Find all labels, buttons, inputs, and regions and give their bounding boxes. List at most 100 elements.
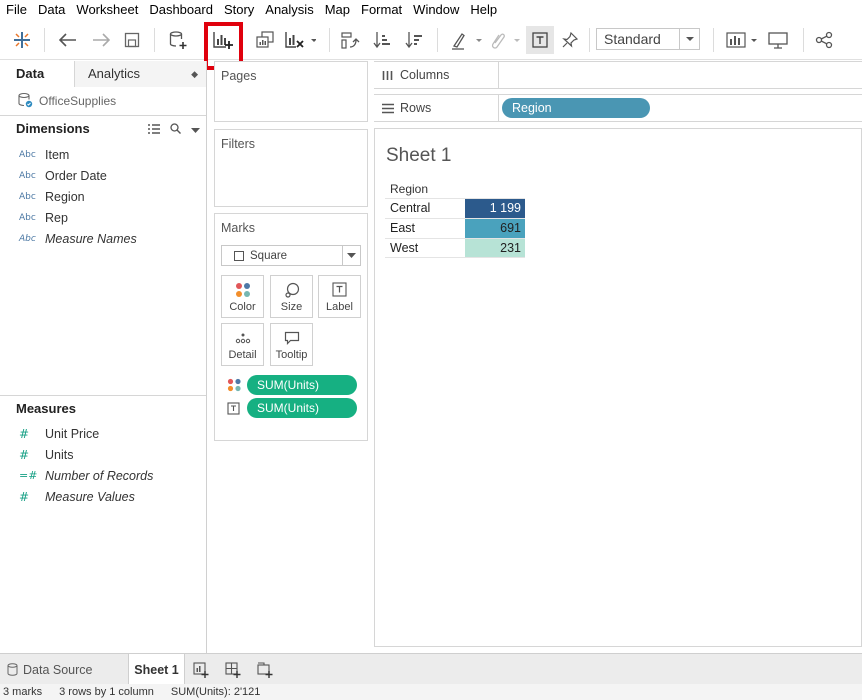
menu-help[interactable]: Help [464, 0, 502, 20]
menu-story[interactable]: Story [218, 0, 259, 20]
sort-descending-icon[interactable] [401, 26, 427, 54]
row-label[interactable]: Central [385, 199, 465, 218]
color-label: Color [229, 300, 256, 313]
string-type-icon: Abc [19, 233, 36, 244]
toggle-icon: ◆ [191, 69, 198, 79]
tab-data-source[interactable]: Data Source [0, 654, 126, 685]
field-region[interactable]: Abc Region [0, 186, 206, 207]
region-header[interactable]: Region [385, 180, 525, 198]
new-dashboard-tab-icon[interactable] [219, 654, 247, 685]
share-icon[interactable] [810, 26, 838, 54]
show-me-icon[interactable] [724, 26, 762, 54]
field-name: Measure Values [45, 489, 135, 504]
filters-title: Filters [221, 137, 256, 151]
filters-card[interactable]: Filters [214, 129, 368, 207]
field-name: Order Date [45, 168, 107, 183]
dropdown-icon[interactable] [191, 122, 200, 137]
region-pill[interactable]: Region [502, 98, 650, 118]
clear-sheet-icon[interactable] [282, 26, 318, 54]
menu-data[interactable]: Data [32, 0, 70, 20]
table-row: East 691 [385, 218, 525, 238]
label-icon[interactable] [526, 26, 554, 54]
sort-ascending-icon[interactable] [369, 26, 395, 54]
field-units[interactable]: # Units [0, 444, 206, 465]
pages-title: Pages [221, 69, 257, 83]
tooltip-button[interactable]: Tooltip [270, 323, 313, 366]
menu-window[interactable]: Window [407, 0, 464, 20]
label-button[interactable]: Label [318, 275, 361, 318]
label-pill-row: SUM(Units) [227, 398, 357, 418]
field-rep[interactable]: Abc Rep [0, 207, 206, 228]
menu-map[interactable]: Map [319, 0, 355, 20]
pin-icon[interactable] [558, 26, 582, 54]
value-cell[interactable]: 231 [465, 239, 525, 257]
tab-data[interactable]: Data [0, 61, 75, 87]
size-button[interactable]: Size [270, 275, 313, 318]
value-cell[interactable]: 1 199 [465, 199, 525, 218]
number-type-icon: # [19, 447, 30, 462]
menu-analysis[interactable]: Analysis [259, 0, 318, 20]
tab-analytics[interactable]: Analytics ◆ [75, 61, 206, 87]
color-encoding-icon [227, 378, 247, 392]
fit-select-value: Standard [604, 31, 661, 47]
swap-icon[interactable] [337, 26, 363, 54]
field-name: Region [45, 189, 85, 204]
menu-worksheet[interactable]: Worksheet [70, 0, 143, 20]
field-number-of-records[interactable]: =# Number of Records [0, 465, 206, 486]
detail-button[interactable]: Detail [221, 323, 264, 366]
menu-bar: File Data Worksheet Dashboard Story Anal… [0, 0, 862, 20]
sum-units-color-pill[interactable]: SUM(Units) [247, 375, 357, 395]
presentation-icon[interactable] [764, 26, 792, 54]
duplicate-sheet-icon[interactable] [252, 26, 278, 54]
rows-label: Rows [374, 94, 499, 122]
menu-format[interactable]: Format [355, 0, 407, 20]
datasource-row[interactable]: OfficeSupplies [0, 87, 206, 115]
string-type-icon: Abc [19, 149, 36, 160]
tooltip-label: Tooltip [275, 348, 308, 361]
rows-text: Rows [400, 101, 432, 115]
value-cell[interactable]: 691 [465, 219, 525, 238]
chevron-down-icon [342, 246, 360, 265]
field-order-date[interactable]: Abc Order Date [0, 165, 206, 186]
fit-select[interactable]: Standard [596, 28, 700, 50]
field-measure-values[interactable]: # Measure Values [0, 486, 206, 507]
number-type-icon: # [19, 489, 30, 504]
menu-dashboard[interactable]: Dashboard [143, 0, 218, 20]
tableau-logo-icon[interactable] [8, 26, 36, 54]
field-item[interactable]: Abc Item [0, 144, 206, 165]
measures-list: # Unit Price # Units =# Number of Records #… [0, 421, 206, 507]
string-type-icon: Abc [19, 212, 36, 223]
pages-card[interactable]: Pages [214, 61, 368, 122]
text-label-icon [332, 281, 347, 299]
mark-type-select[interactable]: Square [221, 245, 361, 266]
search-icon[interactable] [170, 122, 181, 137]
undo-icon[interactable] [55, 26, 81, 54]
table-row: West 231 [385, 238, 525, 258]
sheet-title[interactable]: Sheet 1 [386, 145, 452, 167]
list-view-icon[interactable] [148, 122, 160, 137]
field-name: Measure Names [45, 231, 137, 246]
highlight-icon[interactable] [448, 26, 484, 54]
field-name: Item [45, 147, 70, 162]
label-encoding-icon [227, 401, 247, 415]
row-label[interactable]: West [385, 239, 465, 257]
new-story-tab-icon[interactable] [251, 654, 279, 685]
new-data-source-icon[interactable] [165, 26, 191, 54]
redo-icon[interactable] [88, 26, 114, 54]
field-measure-names[interactable]: Abc Measure Names [0, 228, 206, 249]
tab-sheet-1[interactable]: Sheet 1 [128, 654, 185, 685]
color-pill-row: SUM(Units) [227, 375, 357, 395]
save-icon[interactable] [120, 26, 144, 54]
sheet-tabs-bar: Data Source Sheet 1 [0, 653, 862, 685]
row-label[interactable]: East [385, 219, 465, 238]
group-icon[interactable] [486, 26, 522, 54]
measures-header: Measures [0, 395, 206, 421]
marks-title: Marks [221, 221, 256, 235]
sum-units-label-pill[interactable]: SUM(Units) [247, 398, 357, 418]
detail-icon [235, 329, 251, 347]
columns-shelf[interactable]: Columns [374, 61, 862, 89]
menu-file[interactable]: File [0, 0, 32, 20]
field-unit-price[interactable]: # Unit Price [0, 423, 206, 444]
color-button[interactable]: Color [221, 275, 264, 318]
new-worksheet-tab-icon[interactable] [187, 654, 215, 685]
